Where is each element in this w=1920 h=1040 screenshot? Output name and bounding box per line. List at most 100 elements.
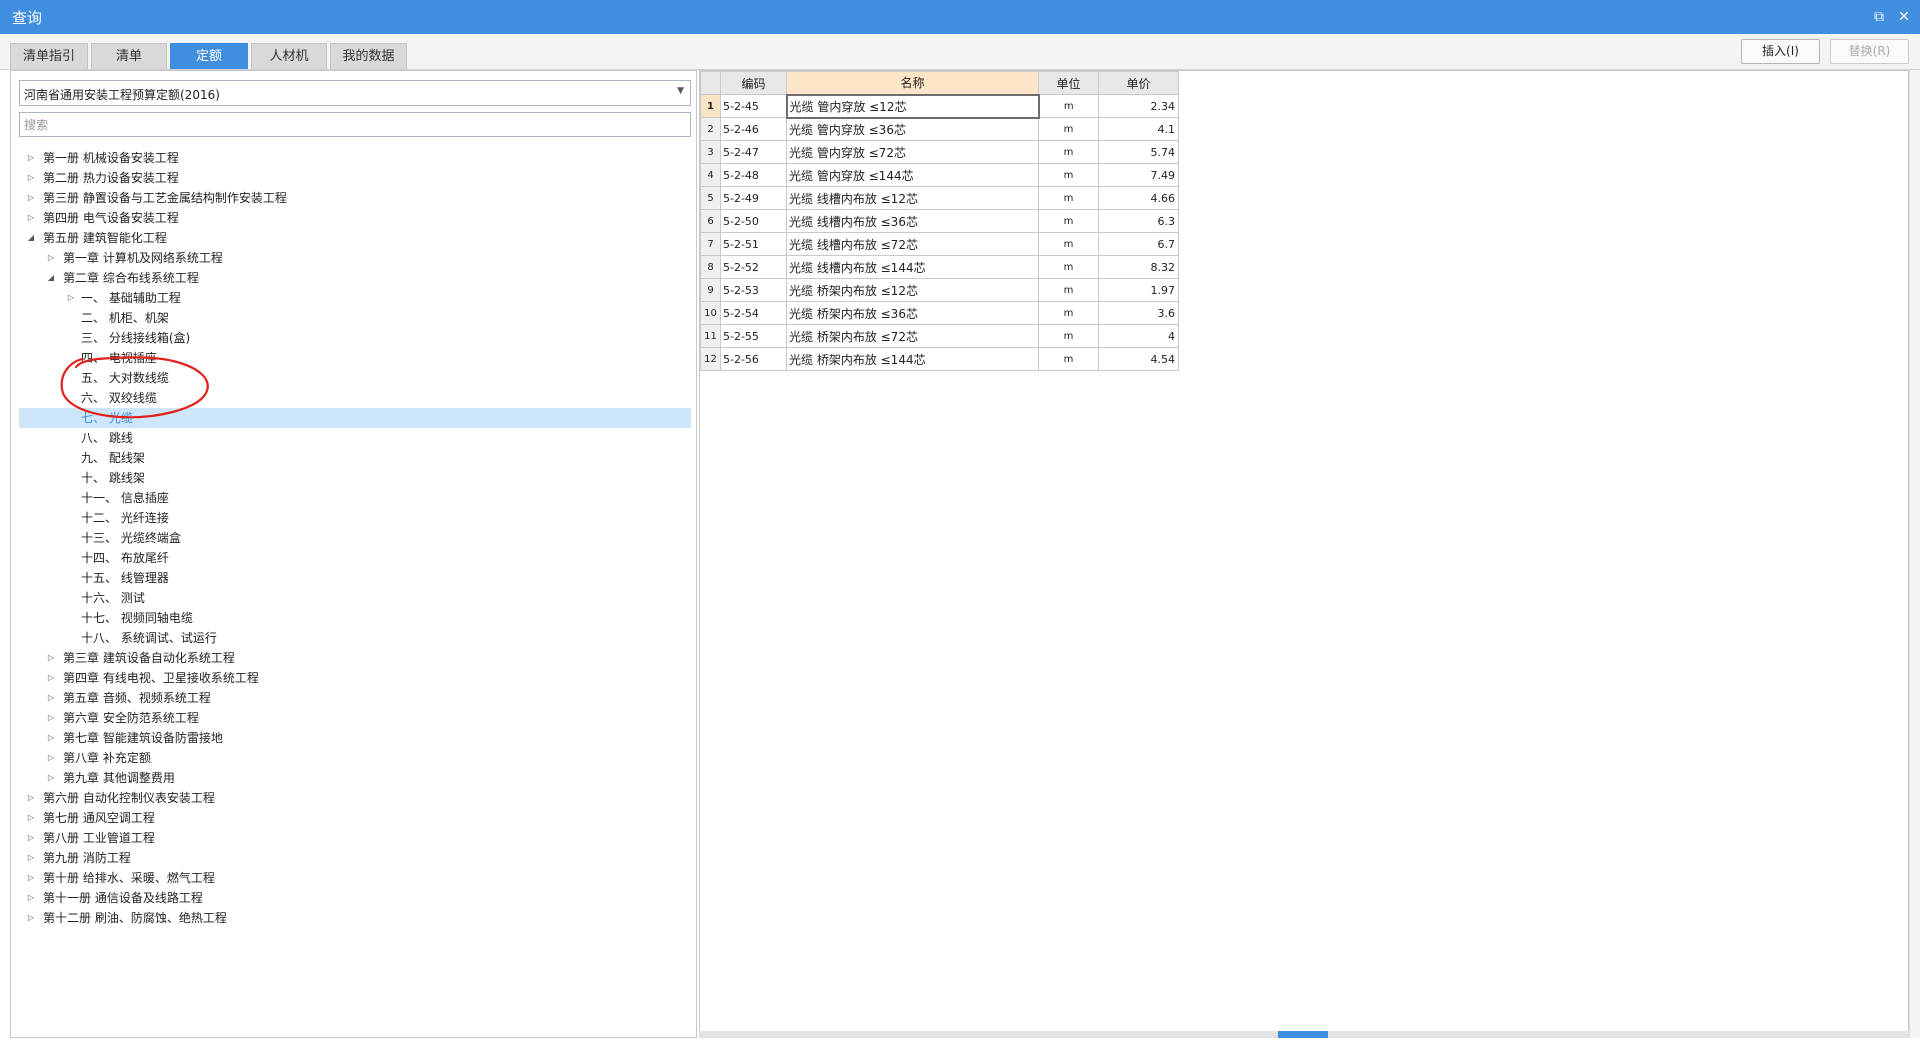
collapse-arrow-icon[interactable]: ◢ <box>45 268 57 288</box>
price-cell[interactable]: 6.3 <box>1098 209 1179 233</box>
price-cell[interactable]: 4.1 <box>1098 117 1179 141</box>
corner-header[interactable] <box>700 71 721 95</box>
code-cell[interactable]: 5-2-55 <box>720 324 787 348</box>
expand-arrow-icon[interactable]: ▷ <box>45 768 57 788</box>
code-cell[interactable]: 5-2-47 <box>720 140 787 164</box>
row-number-cell[interactable]: 12 <box>700 347 721 371</box>
unit-cell[interactable]: m <box>1038 117 1099 141</box>
table-row[interactable]: 10 5-2-54 光缆 桥架内布放 ≤36芯 m 3.6 <box>700 301 1179 325</box>
tree-item[interactable]: 十七、 视频同轴电缆 <box>19 608 691 628</box>
code-cell[interactable]: 5-2-56 <box>720 347 787 371</box>
price-cell[interactable]: 2.34 <box>1098 94 1179 118</box>
tree-item[interactable]: ▷ 第十一册 通信设备及线路工程 <box>19 888 691 908</box>
tree-item[interactable]: 十一、 信息插座 <box>19 488 691 508</box>
tree-item[interactable]: ▷ 第四册 电气设备安装工程 <box>19 208 691 228</box>
tree-item[interactable]: 十二、 光纤连接 <box>19 508 691 528</box>
tree-item[interactable]: 八、 跳线 <box>19 428 691 448</box>
tree-item[interactable]: 三、 分线接线箱(盒) <box>19 328 691 348</box>
price-header[interactable]: 单价 <box>1098 71 1179 95</box>
name-cell[interactable]: 光缆 线槽内布放 ≤144芯 <box>786 255 1039 279</box>
name-cell[interactable]: 光缆 管内穿放 ≤144芯 <box>786 163 1039 187</box>
tree-item[interactable]: ▷ 第七章 智能建筑设备防雷接地 <box>19 728 691 748</box>
table-row[interactable]: 3 5-2-47 光缆 管内穿放 ≤72芯 m 5.74 <box>700 140 1179 164</box>
unit-header[interactable]: 单位 <box>1038 71 1099 95</box>
row-number-cell[interactable]: 10 <box>700 301 721 325</box>
expand-arrow-icon[interactable]: ▷ <box>45 688 57 708</box>
price-cell[interactable]: 5.74 <box>1098 140 1179 164</box>
price-cell[interactable]: 3.6 <box>1098 301 1179 325</box>
table-row[interactable]: 6 5-2-50 光缆 线槽内布放 ≤36芯 m 6.3 <box>700 209 1179 233</box>
price-cell[interactable]: 7.49 <box>1098 163 1179 187</box>
price-cell[interactable]: 4.54 <box>1098 347 1179 371</box>
row-number-cell[interactable]: 11 <box>700 324 721 348</box>
tree-item[interactable]: ▷ 第十册 给排水、采暖、燃气工程 <box>19 868 691 888</box>
tree-item[interactable]: 十三、 光缆终端盒 <box>19 528 691 548</box>
price-cell[interactable]: 1.97 <box>1098 278 1179 302</box>
tree-item[interactable]: ▷ 第八章 补充定额 <box>19 748 691 768</box>
unit-cell[interactable]: m <box>1038 301 1099 325</box>
table-row[interactable]: 2 5-2-46 光缆 管内穿放 ≤36芯 m 4.1 <box>700 117 1179 141</box>
tree-item[interactable]: 六、 双绞线缆 <box>19 388 691 408</box>
tree-item[interactable]: ▷ 第七册 通风空调工程 <box>19 808 691 828</box>
splitter-handle[interactable] <box>1278 1031 1328 1038</box>
replace-button[interactable]: 替换(R) <box>1830 39 1909 64</box>
tree-item[interactable]: ▷ 第四章 有线电视、卫星接收系统工程 <box>19 668 691 688</box>
price-cell[interactable]: 4.66 <box>1098 186 1179 210</box>
code-cell[interactable]: 5-2-53 <box>720 278 787 302</box>
price-cell[interactable]: 4 <box>1098 324 1179 348</box>
tab-list-guide[interactable]: 清单指引 <box>10 43 88 69</box>
tab-my-data[interactable]: 我的数据 <box>330 43 407 69</box>
tree-item[interactable]: ▷ 第一章 计算机及网络系统工程 <box>19 248 691 268</box>
table-row[interactable]: 12 5-2-56 光缆 桥架内布放 ≤144芯 m 4.54 <box>700 347 1179 371</box>
row-number-cell[interactable]: 2 <box>700 117 721 141</box>
tree-item[interactable]: 十、 跳线架 <box>19 468 691 488</box>
expand-arrow-icon[interactable]: ▷ <box>45 648 57 668</box>
row-number-cell[interactable]: 9 <box>700 278 721 302</box>
row-number-cell[interactable]: 4 <box>700 163 721 187</box>
row-number-cell[interactable]: 6 <box>700 209 721 233</box>
expand-arrow-icon[interactable]: ▷ <box>25 828 37 848</box>
expand-arrow-icon[interactable]: ▷ <box>25 908 37 928</box>
unit-cell[interactable]: m <box>1038 94 1099 118</box>
tree-item[interactable]: 七、 光缆 <box>19 408 691 428</box>
table-row[interactable]: 7 5-2-51 光缆 线槽内布放 ≤72芯 m 6.7 <box>700 232 1179 256</box>
expand-arrow-icon[interactable]: ▷ <box>25 188 37 208</box>
unit-cell[interactable]: m <box>1038 347 1099 371</box>
code-cell[interactable]: 5-2-45 <box>720 94 787 118</box>
name-cell[interactable]: 光缆 管内穿放 ≤72芯 <box>786 140 1039 164</box>
tree-item[interactable]: ▷ 第十二册 刷油、防腐蚀、绝热工程 <box>19 908 691 928</box>
tree-item[interactable]: ▷ 第九册 消防工程 <box>19 848 691 868</box>
name-cell[interactable]: 光缆 桥架内布放 ≤12芯 <box>786 278 1039 302</box>
tree-item[interactable]: ▷ 第八册 工业管道工程 <box>19 828 691 848</box>
collapse-arrow-icon[interactable]: ◢ <box>25 228 37 248</box>
table-row[interactable]: 8 5-2-52 光缆 线槽内布放 ≤144芯 m 8.32 <box>700 255 1179 279</box>
tree-item[interactable]: 十五、 线管理器 <box>19 568 691 588</box>
expand-arrow-icon[interactable]: ▷ <box>25 788 37 808</box>
tree-item[interactable]: ◢ 第二章 综合布线系统工程 <box>19 268 691 288</box>
tree-item[interactable]: 二、 机柜、机架 <box>19 308 691 328</box>
expand-arrow-icon[interactable]: ▷ <box>45 708 57 728</box>
tab-labor-material-machine[interactable]: 人材机 <box>251 43 327 69</box>
code-cell[interactable]: 5-2-50 <box>720 209 787 233</box>
table-row[interactable]: 4 5-2-48 光缆 管内穿放 ≤144芯 m 7.49 <box>700 163 1179 187</box>
tree-item[interactable]: 十八、 系统调试、试运行 <box>19 628 691 648</box>
table-row[interactable]: 11 5-2-55 光缆 桥架内布放 ≤72芯 m 4 <box>700 324 1179 348</box>
expand-arrow-icon[interactable]: ▷ <box>45 668 57 688</box>
name-cell[interactable]: 光缆 管内穿放 ≤36芯 <box>786 117 1039 141</box>
expand-arrow-icon[interactable]: ▷ <box>65 288 77 308</box>
tab-quota[interactable]: 定额 <box>170 43 248 69</box>
tree-item[interactable]: ▷ 一、 基础辅助工程 <box>19 288 691 308</box>
name-cell[interactable]: 光缆 线槽内布放 ≤12芯 <box>786 186 1039 210</box>
expand-arrow-icon[interactable]: ▷ <box>45 248 57 268</box>
row-number-cell[interactable]: 1 <box>700 94 721 118</box>
expand-arrow-icon[interactable]: ▷ <box>25 888 37 908</box>
code-cell[interactable]: 5-2-48 <box>720 163 787 187</box>
code-cell[interactable]: 5-2-54 <box>720 301 787 325</box>
expand-arrow-icon[interactable]: ▷ <box>25 208 37 228</box>
tree-item[interactable]: ▷ 第二册 热力设备安装工程 <box>19 168 691 188</box>
tree-item[interactable]: ▷ 第六章 安全防范系统工程 <box>19 708 691 728</box>
name-header[interactable]: 名称 <box>786 71 1039 95</box>
chevron-down-icon[interactable]: ▼ <box>677 86 684 96</box>
expand-arrow-icon[interactable]: ▷ <box>25 808 37 828</box>
code-header[interactable]: 编码 <box>720 71 787 95</box>
